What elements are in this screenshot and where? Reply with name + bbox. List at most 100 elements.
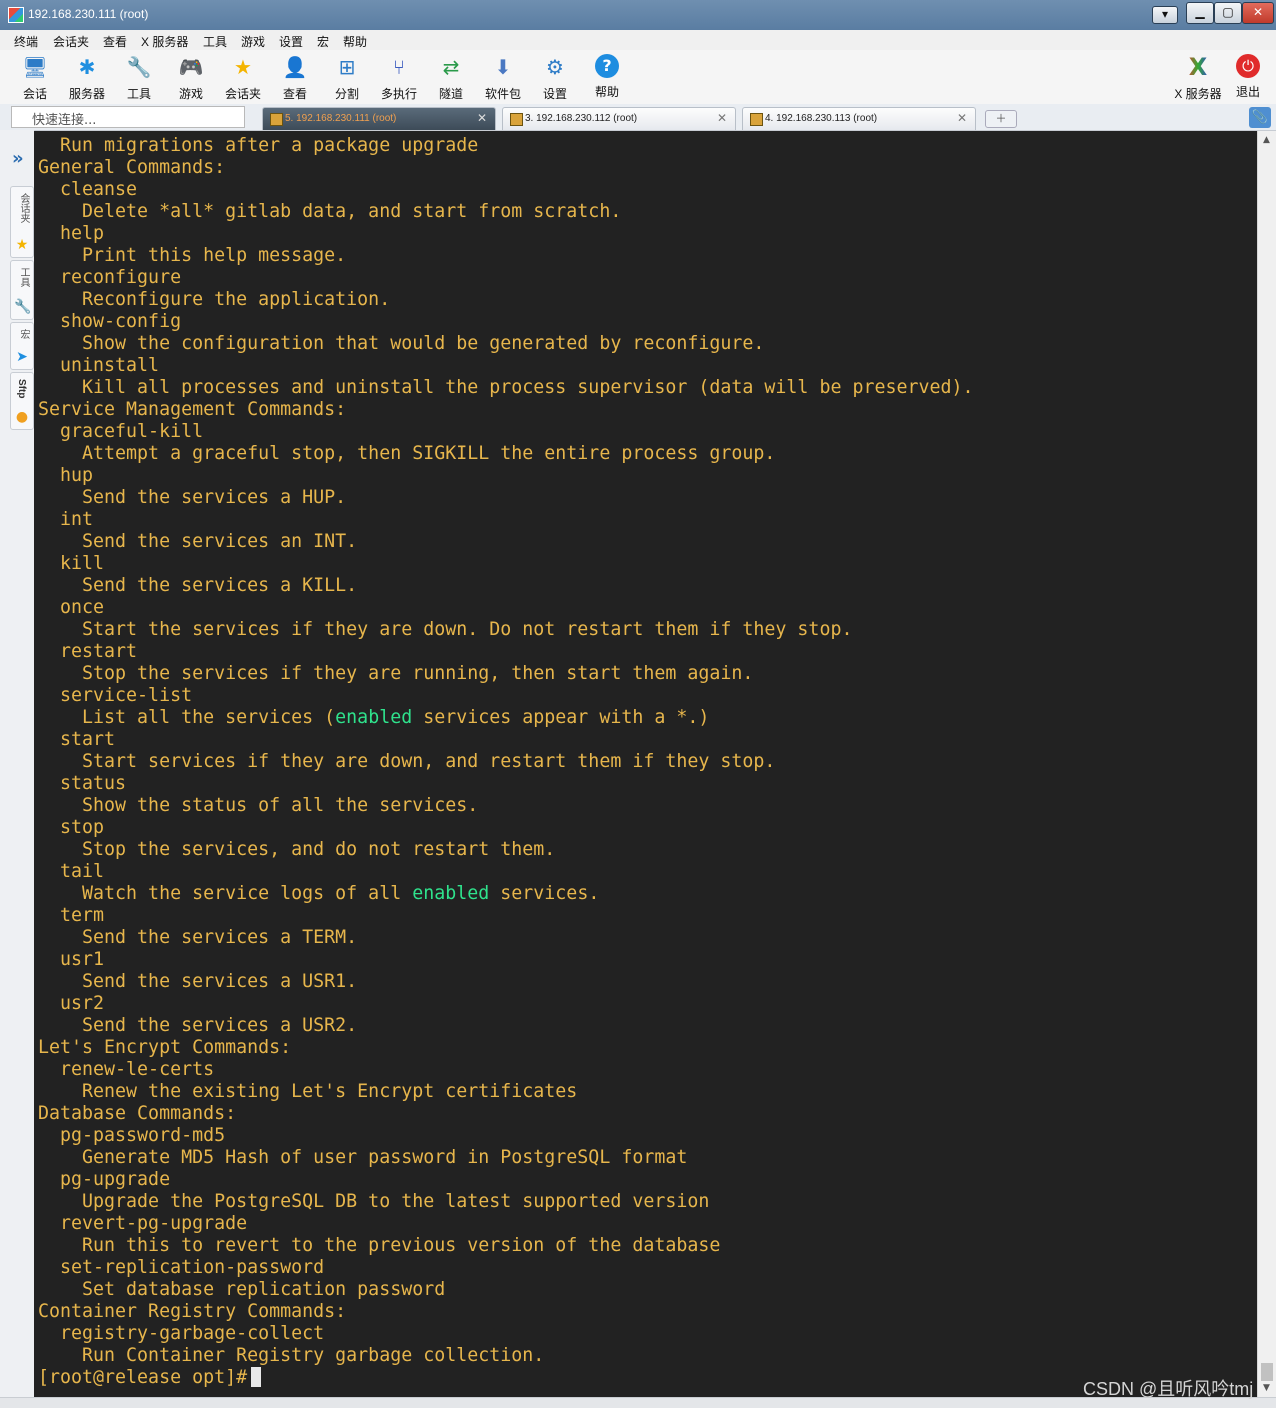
sidetab-sftp[interactable]: Sftp ● <box>10 372 34 430</box>
terminal-line: Send the services a USR2. <box>38 1015 358 1036</box>
tunnel-button[interactable]: ⇄ 隧道 <box>425 52 477 101</box>
scroll-up-icon[interactable]: ▲ <box>1263 135 1270 145</box>
menu-macros[interactable]: 宏 <box>317 33 329 50</box>
terminal-line: int <box>38 509 94 530</box>
games-icon: 🎮 <box>178 55 204 79</box>
terminal-line: usr2 <box>38 993 105 1014</box>
tab-session-5[interactable]: 5. 192.168.230.111 (root) ✕ <box>262 107 496 130</box>
terminal-line: Send the services an INT. <box>38 531 358 552</box>
terminal-line: Stop the services if they are running, t… <box>38 663 754 684</box>
watermark: CSDN @且听风吟tmj <box>1083 1379 1254 1399</box>
terminal-line: Container Registry Commands: <box>38 1301 347 1322</box>
terminal-line: Show the configuration that would be gen… <box>38 333 765 354</box>
terminal-line: pg-password-md5 <box>38 1125 226 1146</box>
tools-icon: 🔧 <box>126 55 152 79</box>
tab-session-3[interactable]: 3. 192.168.230.112 (root) ✕ <box>502 107 736 130</box>
terminal-line: pg-upgrade <box>38 1169 171 1190</box>
terminal-line: Start the services if they are down. Do … <box>38 619 853 640</box>
close-window-button[interactable]: ✕ <box>1242 2 1274 24</box>
toolbar: 🖥 会话 ✱ 服务器 🔧 工具 🎮 游戏 ★ 会话夹 👤 查看 ⊞ 分割 ⑂ 多… <box>0 50 1276 105</box>
terminal-line: restart <box>38 641 138 662</box>
terminal-line: Kill all processes and uninstall the pro… <box>38 377 974 398</box>
menu-bar: 终端 会话夹 查看 X 服务器 工具 游戏 设置 宏 帮助 <box>0 30 1276 50</box>
terminal-line: Attempt a graceful stop, then SIGKILL th… <box>38 443 776 464</box>
terminal-line: General Commands: <box>38 157 226 178</box>
terminal-area[interactable]: Run migrations after a package upgrade Ge… <box>34 131 1257 1397</box>
close-tab-icon[interactable]: ✕ <box>717 111 727 125</box>
help-button[interactable]: ? 帮助 <box>581 52 633 100</box>
terminal-line: service-list <box>38 685 193 706</box>
terminal-line: show-config <box>38 311 182 332</box>
terminal-line: cleanse <box>38 179 138 200</box>
sidetab-tools[interactable]: 工具 🔧 <box>10 260 34 320</box>
window-menu-button[interactable]: ▾ <box>1152 6 1178 24</box>
multiexec-button[interactable]: ⑂ 多执行 <box>373 52 425 101</box>
terminal-tab-icon <box>750 113 763 126</box>
menu-help[interactable]: 帮助 <box>343 33 367 50</box>
menu-tools[interactable]: 工具 <box>203 33 227 50</box>
terminal-line: Watch the service logs of all enabled se… <box>38 883 974 905</box>
terminal-line: hup <box>38 465 94 486</box>
scroll-down-icon[interactable]: ▼ <box>1263 1383 1270 1393</box>
quick-connect-input[interactable]: 快速连接... <box>11 106 245 128</box>
games-button[interactable]: 🎮 游戏 <box>165 52 217 101</box>
terminal-line: revert-pg-upgrade <box>38 1213 248 1234</box>
terminal-line: set-replication-password <box>38 1257 325 1278</box>
maximize-button[interactable]: ▢ <box>1214 2 1242 24</box>
terminal-line: uninstall <box>38 355 160 376</box>
terminal-line: Run Container Registry garbage collectio… <box>38 1345 545 1366</box>
menu-terminal[interactable]: 终端 <box>14 33 38 50</box>
highlighted-text: enabled <box>412 883 490 904</box>
prompt-line[interactable]: [root@release opt]# <box>38 1367 974 1389</box>
terminal-line: Set database replication password <box>38 1279 446 1300</box>
session-monitor-icon: 🖥 <box>22 55 48 79</box>
split-button[interactable]: ⊞ 分割 <box>321 52 373 101</box>
session-button[interactable]: 🖥 会话 <box>9 52 61 101</box>
terminal-line: Print this help message. <box>38 245 347 266</box>
terminal-line: Send the services a KILL. <box>38 575 358 596</box>
tab-bar: 快速连接... 5. 192.168.230.111 (root) ✕ 3. 1… <box>0 104 1276 131</box>
terminal-text: services appear with a *.) <box>412 707 710 728</box>
close-tab-icon[interactable]: ✕ <box>477 111 487 125</box>
tools-button[interactable]: 🔧 工具 <box>113 52 165 101</box>
menu-sessions[interactable]: 会话夹 <box>53 33 89 50</box>
terminal-line: Run this to revert to the previous versi… <box>38 1235 721 1256</box>
settings-button[interactable]: ⚙ 设置 <box>529 52 581 101</box>
terminal-line: tail <box>38 861 105 882</box>
view-button[interactable]: 👤 查看 <box>269 52 321 101</box>
attachment-icon[interactable]: 📎 <box>1249 107 1271 128</box>
terminal-line: once <box>38 597 105 618</box>
terminal-line: Reconfigure the application. <box>38 289 391 310</box>
packages-button[interactable]: ⬇ 软件包 <box>477 52 529 101</box>
tab-session-4[interactable]: 4. 192.168.230.113 (root) ✕ <box>742 107 976 130</box>
menu-view[interactable]: 查看 <box>103 33 127 50</box>
scrollbar-thumb[interactable] <box>1261 1363 1273 1381</box>
new-tab-button[interactable]: ＋ <box>985 110 1017 128</box>
tunnel-icon: ⇄ <box>442 55 460 79</box>
shell-prompt: [root@release opt]# <box>38 1367 248 1388</box>
terminal-line: registry-garbage-collect <box>38 1323 325 1344</box>
servers-button[interactable]: ✱ 服务器 <box>61 52 113 101</box>
terminal-line: Send the services a TERM. <box>38 927 358 948</box>
split-icon: ⊞ <box>338 55 356 79</box>
close-tab-icon[interactable]: ✕ <box>957 111 967 125</box>
menu-games[interactable]: 游戏 <box>241 33 265 50</box>
vertical-scrollbar[interactable]: ▲ ▼ <box>1257 131 1276 1397</box>
sidetab-sessions[interactable]: 会话夹 ★ <box>10 186 34 258</box>
sessions-folder-button[interactable]: ★ 会话夹 <box>217 52 269 101</box>
terminal-line: Renew the existing Let's Encrypt certifi… <box>38 1081 578 1102</box>
tools-icon: 🔧 <box>14 299 32 315</box>
terminal-line: Database Commands: <box>38 1103 237 1124</box>
multiexec-icon: ⑂ <box>393 55 405 79</box>
x-server-button[interactable]: X X 服务器 <box>1170 52 1226 101</box>
menu-settings[interactable]: 设置 <box>279 33 303 50</box>
menu-xserver[interactable]: X 服务器 <box>141 33 188 50</box>
terminal-line: Upgrade the PostgreSQL DB to the latest … <box>38 1191 710 1212</box>
settings-gear-icon: ⚙ <box>546 55 564 79</box>
expand-panel-icon[interactable]: » <box>12 148 24 169</box>
minimize-button[interactable]: ▁ <box>1186 2 1214 24</box>
exit-button[interactable]: ⏻ 退出 <box>1226 52 1270 100</box>
servers-icon: ✱ <box>78 55 96 79</box>
view-icon: 👤 <box>282 55 308 79</box>
sidetab-macros[interactable]: 宏 ➤ <box>10 322 34 370</box>
